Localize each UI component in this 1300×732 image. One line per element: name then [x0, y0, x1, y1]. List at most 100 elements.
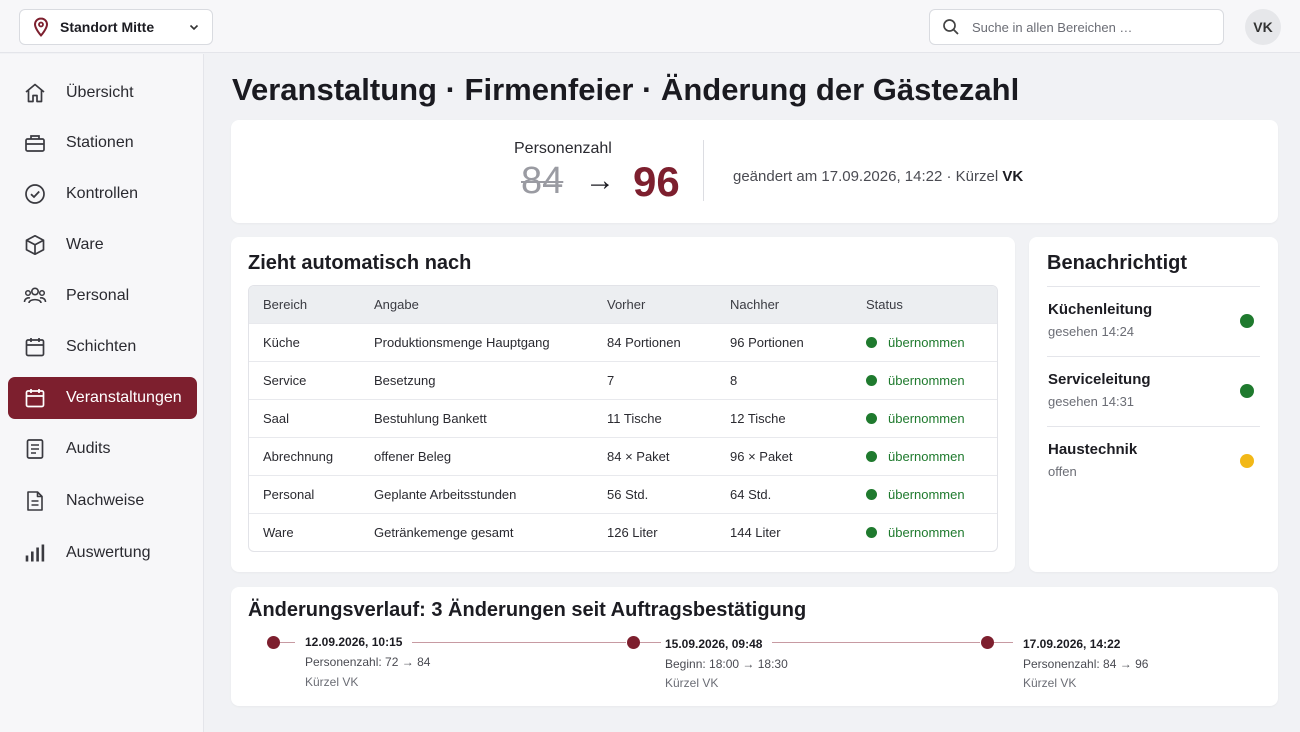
user-avatar[interactable]: VK [1245, 9, 1281, 45]
propagation-title: Zieht automatisch nach [248, 252, 472, 274]
table-header: Bereich Angabe Vorher Nachher Status [249, 286, 997, 323]
event-author: Kürzel VK [665, 676, 719, 690]
sidebar-item-ware[interactable]: Ware [8, 224, 197, 266]
calendar-icon [25, 338, 45, 357]
cell-before: 56 Std. [607, 487, 649, 502]
new-guest-count: 96 [633, 158, 680, 205]
search-box[interactable] [929, 9, 1224, 45]
change-author: VK [1002, 168, 1024, 185]
cell-detail: Getränkemenge gesamt [374, 525, 514, 540]
sidebar-item-label: Audits [66, 440, 111, 457]
status-dot [866, 413, 877, 424]
divider [703, 140, 704, 201]
table-row: Saal Bestuhlung Bankett 11 Tische 12 Tis… [249, 399, 997, 437]
cell-area: Abrechnung [263, 449, 334, 464]
event-change: Beginn: 18:00 → 18:30 [665, 657, 788, 671]
bar-chart-icon [25, 544, 45, 562]
sidebar-item-label: Ware [66, 236, 104, 253]
sidebar-item-label: Übersicht [66, 84, 134, 101]
calendar-event-icon [25, 389, 45, 408]
box-icon [25, 234, 45, 256]
notified-name: Küchenleitung [1048, 301, 1153, 318]
notified-item: Haustechnik offen [1047, 426, 1260, 496]
status-label: übernommen [888, 525, 965, 540]
sidebar-item-schichten[interactable]: Schichten [8, 326, 197, 368]
cell-after: 64 Std. [730, 487, 772, 502]
history-title: Änderungsverlauf: 3 Änderungen seit Auft… [248, 599, 807, 621]
column-header: Vorher [607, 297, 646, 312]
cell-after: 12 Tische [730, 411, 786, 426]
table-row: Abrechnung offener Beleg 84 × Paket 96 ×… [249, 437, 997, 475]
column-header: Status [866, 297, 903, 312]
change-meta: geändert am 17.09.2026, 14:22 · Kürzel V… [733, 168, 1023, 185]
status-dot [866, 451, 877, 462]
cell-before: 84 × Paket [607, 449, 670, 464]
event-change: Personenzahl: 84 → 96 [1023, 657, 1149, 671]
cell-status: übernommen [866, 449, 965, 464]
guest-count-summary: Personenzahl 84 → 96 geändert am 17.09.2… [231, 120, 1278, 223]
cell-area: Ware [263, 525, 294, 540]
sidebar-item-nachweise[interactable]: Nachweise [8, 480, 197, 522]
cell-before: 11 Tische [607, 411, 662, 426]
guest-count-label: Personenzahl [514, 140, 612, 157]
status-dot [1240, 384, 1254, 398]
cell-after: 96 Portionen [730, 335, 804, 350]
table-row: Service Besetzung 7 8 übernommen [249, 361, 997, 399]
search-icon [943, 19, 959, 35]
cell-detail: Besetzung [374, 373, 436, 388]
status-label: übernommen [888, 411, 965, 426]
cell-area: Service [263, 373, 307, 388]
timeline-marker[interactable] [627, 636, 640, 649]
sidebar-item-veranstaltungen[interactable]: Veranstaltungen [8, 377, 197, 419]
timeline-marker[interactable] [981, 636, 994, 649]
sidebar-item-label: Nachweise [66, 492, 145, 509]
cell-before: 126 Liter [607, 525, 658, 540]
cell-status: übernommen [866, 411, 965, 426]
status-dot [866, 375, 877, 386]
sidebar-item-kontrollen[interactable]: Kontrollen [8, 173, 197, 215]
event-author: Kürzel VK [305, 675, 359, 689]
timeline-marker[interactable] [267, 636, 280, 649]
location-selector[interactable]: Standort Mitte [19, 9, 213, 45]
status-label: übernommen [888, 487, 965, 502]
table-row: Personal Geplante Arbeitsstunden 56 Std.… [249, 475, 997, 513]
sidebar: Übersicht Stationen Kontrollen Ware Pers… [0, 54, 204, 732]
old-guest-count: 84 [521, 160, 564, 202]
sidebar-item-audits[interactable]: Audits [8, 428, 197, 470]
status-dot [866, 527, 877, 538]
cell-area: Personal [263, 487, 315, 502]
people-icon [23, 287, 47, 304]
cell-detail: Produktionsmenge Hauptgang [374, 335, 550, 350]
notified-item: Serviceleitung gesehen 14:31 [1047, 356, 1260, 426]
cell-status: übernommen [866, 525, 965, 540]
chevron-down-icon [189, 24, 199, 31]
page-title: Veranstaltung · Firmenfeier · Änderung d… [232, 72, 1020, 107]
cell-detail: Bestuhlung Bankett [374, 411, 487, 426]
location-pin-icon [33, 17, 49, 37]
sidebar-item-label: Stationen [66, 134, 134, 151]
status-dot [1240, 314, 1254, 328]
notified-status: gesehen 14:24 [1048, 324, 1135, 339]
sidebar-item-auswertung[interactable]: Auswertung [8, 532, 197, 574]
propagation-card: Zieht automatisch nach Bereich Angabe Vo… [231, 237, 1015, 572]
check-circle-icon [25, 184, 45, 204]
cell-status: übernommen [866, 373, 965, 388]
timeline-line [412, 642, 626, 643]
station-icon [25, 135, 45, 152]
notified-name: Haustechnik [1048, 441, 1138, 458]
sidebar-item-stationen[interactable]: Stationen [8, 122, 197, 164]
sidebar-item-label: Kontrollen [66, 185, 139, 202]
notified-card: Benachrichtigt Küchenleitung gesehen 14:… [1029, 237, 1278, 572]
cell-before: 7 [607, 373, 615, 388]
cell-detail: offener Beleg [374, 449, 452, 464]
cell-status: übernommen [866, 335, 965, 350]
sidebar-item-personal[interactable]: Personal [8, 275, 197, 317]
search-input[interactable] [972, 19, 1202, 35]
event-date: 15.09.2026, 09:48 [665, 637, 763, 651]
event-change: Personenzahl: 72 → 84 [305, 655, 431, 669]
sidebar-item-uebersicht[interactable]: Übersicht [8, 72, 197, 114]
home-icon [25, 83, 45, 103]
status-dot [866, 489, 877, 500]
timeline-line [639, 642, 661, 643]
sidebar-item-label: Veranstaltungen [66, 389, 182, 406]
